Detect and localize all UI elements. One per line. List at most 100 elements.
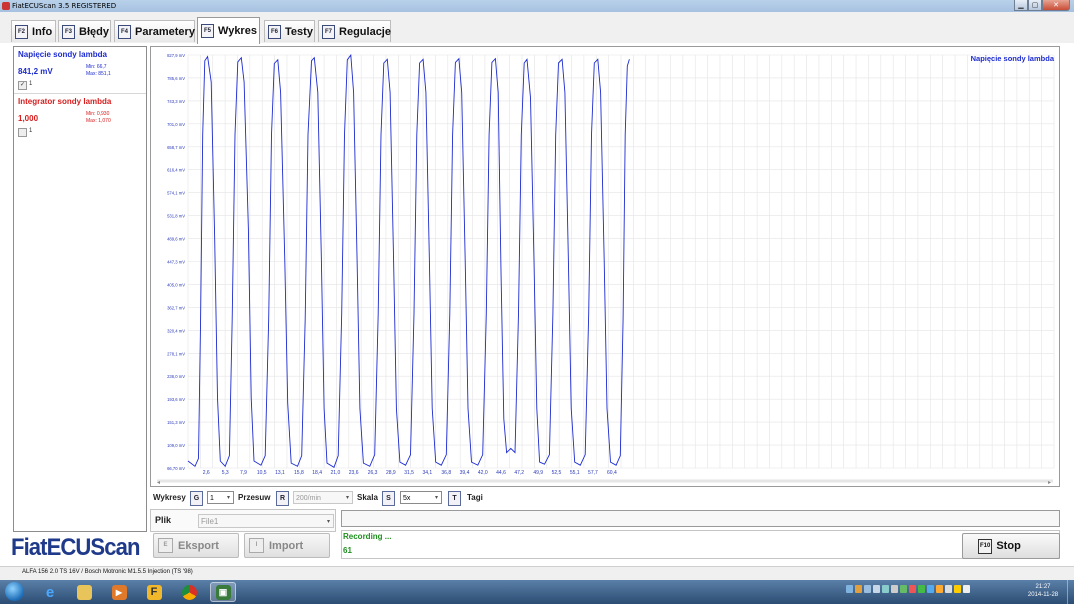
volume-icon[interactable] <box>963 585 970 593</box>
window-titlebar: FiatECUScan 3.5 REGISTERED ▁ ▢ ✕ <box>0 0 1074 12</box>
legend-entry: Napięcie sondy lambda <box>971 54 1055 63</box>
tray-icon[interactable] <box>846 585 853 593</box>
wykresy-select[interactable]: 1 ▾ <box>207 491 234 504</box>
tab-label: Testy <box>285 25 313 38</box>
taskbar-chrome[interactable] <box>176 582 202 602</box>
skala-select[interactable]: 5x ▾ <box>400 491 442 504</box>
progress-bar <box>341 510 1060 527</box>
tray-icon[interactable] <box>936 585 943 593</box>
tray-icon[interactable] <box>927 585 934 593</box>
taskbar-ie[interactable]: e <box>37 582 63 602</box>
y-tick-label: 574,1 mV <box>167 191 185 196</box>
close-button[interactable]: ✕ <box>1042 0 1070 11</box>
close-icon: ✕ <box>1053 2 1059 9</box>
tray-icon[interactable] <box>909 585 916 593</box>
chart: 66,70 mV 109,0 mV 151,3 mV 193,6 mV 236,0 mV… <box>157 53 1055 486</box>
x-tick-label: 60,4 <box>607 470 617 476</box>
przesuw-label: Przesuw <box>238 493 271 502</box>
tab-label: Regulacje <box>339 25 391 38</box>
tray-icon[interactable] <box>900 585 907 593</box>
chart-controls: Wykresy G 1 ▾ Przesuw R 200/min ▾ Skala S … <box>150 490 1060 506</box>
app-tile-icon: F <box>146 584 162 600</box>
taskbar-media[interactable]: ▶ <box>106 582 132 602</box>
tagi-label[interactable]: Tagi <box>467 493 483 502</box>
signal-item[interactable]: Napięcie sondy lambda 841,2 mV Min: 66,7… <box>14 47 146 94</box>
tray-icon[interactable] <box>855 585 862 593</box>
tray-icon[interactable] <box>945 585 952 593</box>
chevron-down-icon: ▾ <box>434 495 438 501</box>
minimize-button[interactable]: ▁ <box>1014 0 1028 11</box>
chevron-down-icon: ▾ <box>226 495 230 501</box>
y-tick-label: 701,0 mV <box>167 122 185 127</box>
clock[interactable]: 21:27 2014-11-28 <box>1020 583 1066 599</box>
scroll-right-icon: ▸ <box>1048 480 1051 486</box>
taskbar: e ▶ F ▣ 21:27 2014-11-28 <box>0 580 1074 604</box>
chevron-down-icon: ▾ <box>345 495 349 501</box>
tray-icon[interactable] <box>891 585 898 593</box>
tray-icon[interactable] <box>954 585 961 593</box>
tray-icon[interactable] <box>864 585 871 593</box>
signal-checkbox[interactable] <box>18 128 27 137</box>
signal-item[interactable]: Integrator sondy lambda 1,000 Min: 0,930… <box>14 94 146 140</box>
tab-info[interactable]: F2 Info <box>11 20 56 42</box>
recording-count: 61 <box>343 546 352 555</box>
tagi-key[interactable]: T <box>448 491 461 506</box>
y-tick-label: 193,6 mV <box>167 397 185 402</box>
import-key: I <box>249 538 264 553</box>
stop-button[interactable]: F10 Stop <box>962 533 1060 559</box>
przesuw-select[interactable]: 200/min ▾ <box>293 491 353 504</box>
tab-wykres[interactable]: F5 Wykres <box>197 17 260 44</box>
start-button[interactable] <box>5 582 24 601</box>
przesuw-key[interactable]: R <box>276 491 289 506</box>
file-label: Plik <box>155 515 172 525</box>
signal-checkbox[interactable]: ✓ <box>18 81 27 90</box>
signal-name: Integrator sondy lambda <box>18 97 112 106</box>
x-tick-label: 26,3 <box>368 470 378 476</box>
wykresy-value: 1 <box>210 495 214 502</box>
x-tick-label: 23,6 <box>349 470 359 476</box>
tray-icon[interactable] <box>918 585 925 593</box>
y-tick-label: 743,3 mV <box>167 99 185 104</box>
taskbar-explorer[interactable] <box>71 582 97 602</box>
y-tick-label: 236,0 mV <box>167 374 185 379</box>
maximize-icon: ▢ <box>1031 2 1039 9</box>
x-tick-label: 55,1 <box>570 470 580 476</box>
skala-key[interactable]: S <box>382 491 395 506</box>
fiatecuscan-icon: ▣ <box>215 584 231 600</box>
ie-icon: e <box>45 583 55 601</box>
x-tick-label: 44,6 <box>496 470 506 476</box>
x-tick-label: 21,0 <box>331 470 341 476</box>
signal-min: Min: 0,930 <box>86 111 110 117</box>
x-tick-label: 36,8 <box>441 470 451 476</box>
recording-status: Recording ... 61 <box>341 530 1060 559</box>
wykresy-key[interactable]: G <box>190 491 203 506</box>
file-panel: Plik File1 ▾ <box>150 509 336 532</box>
maximize-button[interactable]: ▢ <box>1028 0 1042 11</box>
y-tick-label: 405,0 mV <box>167 282 185 287</box>
recording-text: Recording ... <box>343 532 392 541</box>
tab-testy[interactable]: F6 Testy <box>264 20 315 42</box>
y-tick-label: 447,3 mV <box>167 260 185 265</box>
import-button[interactable]: I Import <box>244 533 330 558</box>
export-button[interactable]: E Eksport <box>153 533 239 558</box>
stop-label: Stop <box>996 540 1021 552</box>
signal-value: 1,000 <box>18 114 39 123</box>
x-tick-label: 10,5 <box>257 470 267 476</box>
tab-bledy[interactable]: F3 Błędy <box>58 20 111 42</box>
tray-icon[interactable] <box>873 585 880 593</box>
tray-icon[interactable] <box>882 585 889 593</box>
taskbar-app[interactable]: F <box>141 582 167 602</box>
clock-date: 2014-11-28 <box>1027 592 1059 598</box>
show-desktop-button[interactable] <box>1067 580 1074 604</box>
y-tick-label: 785,6 mV <box>167 76 185 81</box>
window-title: FiatECUScan 3.5 REGISTERED <box>12 2 117 10</box>
file-value: File1 <box>201 517 219 526</box>
signal-value: 841,2 mV <box>18 67 53 76</box>
tab-parametery[interactable]: F4 Parametery <box>114 20 195 42</box>
file-select[interactable]: File1 ▾ <box>198 514 334 528</box>
x-tick-label: 57,7 <box>588 470 598 476</box>
tab-regulacje[interactable]: F7 Regulacje <box>318 20 391 42</box>
tab-label: Wykres <box>218 25 257 37</box>
taskbar-fiatecuscan[interactable]: ▣ <box>210 582 236 602</box>
skala-label: Skala <box>357 493 378 502</box>
